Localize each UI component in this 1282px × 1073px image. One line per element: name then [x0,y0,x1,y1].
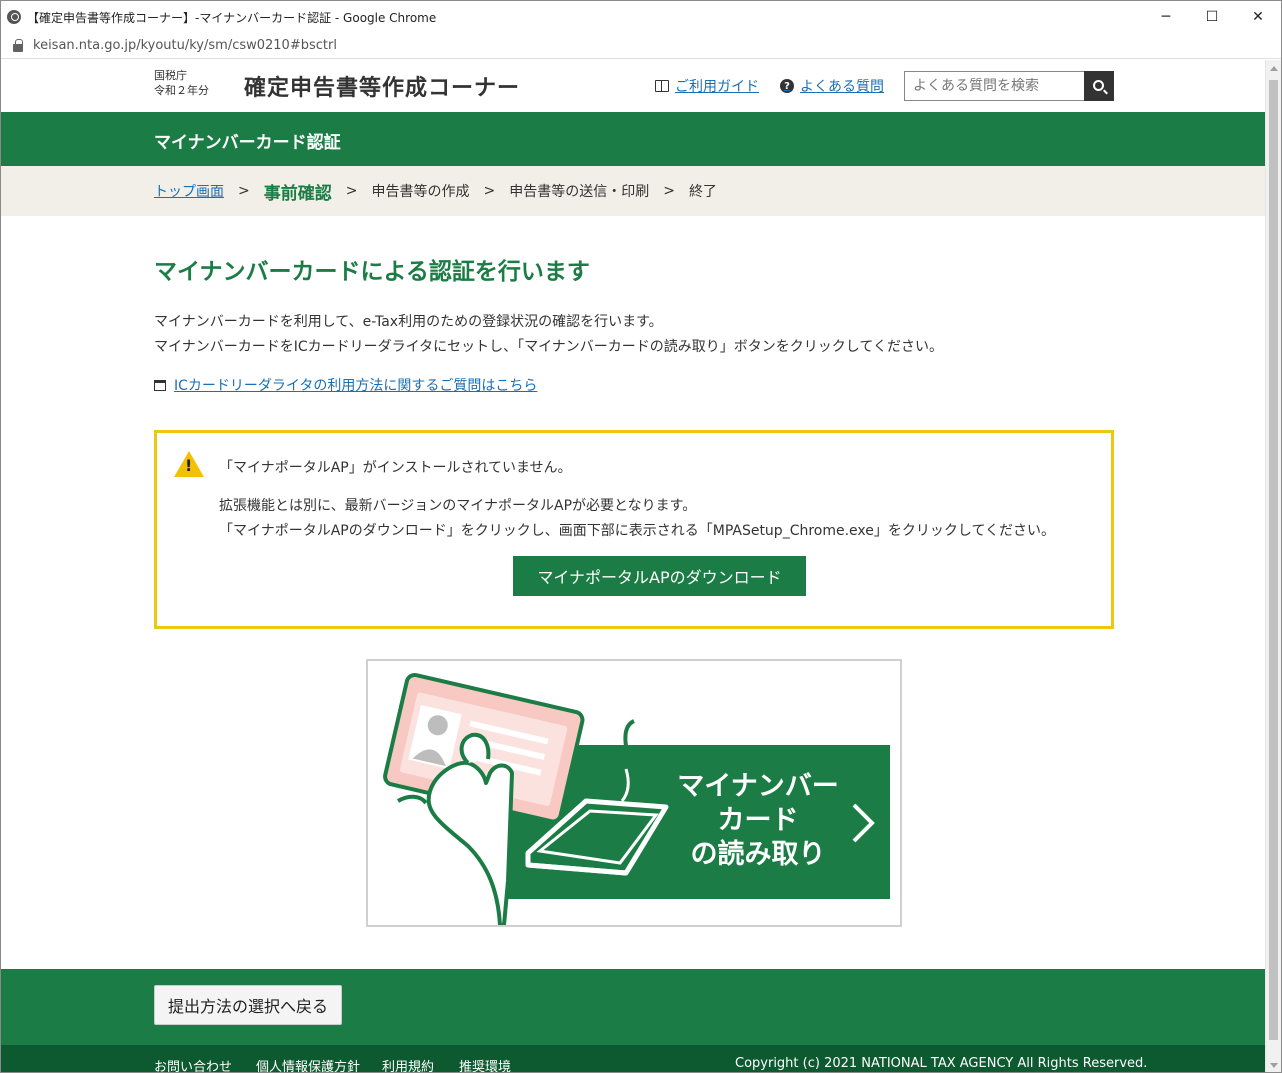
card-button-line2: カード [718,805,799,836]
section-title: マイナンバーカード認証 [154,133,341,153]
page-heading: マイナンバーカードによる認証を行います [154,259,590,285]
download-mynaportal-button[interactable]: マイナポータルAPのダウンロード [513,556,806,596]
lock-icon [13,38,23,52]
footer-link-privacy[interactable]: 個人情報保護方針 [256,1056,360,1072]
new-window-icon [154,379,166,391]
footer-link-environment[interactable]: 推奨環境 [459,1056,511,1072]
card-reader-faq-label: ICカードリーダライタの利用方法に関するご質問はこちら [174,378,538,394]
search-icon [1092,79,1104,91]
description-line: マイナンバーカードをICカードリーダライタにセットし、「マイナンバーカードの読み… [154,339,943,355]
address-bar[interactable]: keisan.nta.go.jp/kyoutu/ky/sm/csw0210#bs… [1,33,1281,59]
maximize-button[interactable]: ☐ [1189,1,1235,33]
chrome-icon [7,10,21,24]
minimize-button[interactable]: ─ [1143,1,1189,33]
footer-links-bar: お問い合わせ 個人情報保護方針 利用規約 推奨環境 Copyright (c) … [1,1045,1265,1072]
breadcrumb-step: 申告書等の作成 [371,184,470,200]
search-button[interactable] [1084,71,1114,101]
footer-action-bar: 提出方法の選択へ戻る [1,969,1265,1045]
breadcrumb-separator: > [345,183,358,199]
breadcrumb: トップ画面 > 事前確認 > 申告書等の作成 > 申告書等の送信・印刷 > 終了 [1,166,1265,216]
site-title[interactable]: 確定申告書等作成コーナー [244,70,520,102]
faq-search [904,71,1114,101]
description: マイナンバーカードを利用して、e-Tax利用のための登録状況の確認を行います。 … [154,310,943,360]
agency-label: 国税庁 令和２年分 [154,68,209,98]
faq-header-link[interactable]: ? よくある質問 [780,76,884,96]
browser-window: 【確定申告書等作成コーナー】-マイナンバーカード認証 - Google Chro… [0,0,1282,1073]
page-content: 国税庁 令和２年分 確定申告書等作成コーナー ご利用ガイド ? よくある質問 マ… [1,60,1265,1072]
warning-line: 「マイナポータルAPのダウンロード」をクリックし、画面下部に表示される「MPAS… [219,523,1056,539]
breadcrumb-separator: > [663,183,675,199]
section-bar: マイナンバーカード認証 [1,112,1265,166]
breadcrumb-current: 事前確認 [263,183,332,204]
faq-header-link-label: よくある質問 [800,79,884,95]
faq-search-input[interactable] [904,71,1084,101]
scroll-up-arrow-icon[interactable] [1270,66,1278,71]
hand-illustration [426,760,514,925]
breadcrumb-step: 終了 [688,184,717,200]
warning-line: 拡張機能とは別に、最新バージョンのマイナポータルAPが必要となります。 [219,498,697,514]
card-button-line1: マイナンバー [677,771,838,802]
back-to-submission-method-button[interactable]: 提出方法の選択へ戻る [154,985,342,1025]
thumb [459,732,491,765]
warning-icon [174,451,204,477]
book-icon [655,80,669,92]
warning-title: 「マイナポータルAP」がインストールされていません。 [219,460,572,476]
scroll-down-arrow-icon[interactable] [1270,1063,1278,1068]
breadcrumb-separator: > [483,183,496,199]
read-mynumber-card-button[interactable]: マイナンバー カード の読み取り [366,659,902,927]
breadcrumb-top[interactable]: トップ画面 [154,181,224,201]
window-title: 【確定申告書等作成コーナー】-マイナンバーカード認証 - Google Chro… [27,10,437,25]
footer-link-terms[interactable]: 利用規約 [382,1056,434,1072]
close-button[interactable]: ✕ [1235,1,1281,33]
site-header: 国税庁 令和２年分 確定申告書等作成コーナー ご利用ガイド ? よくある質問 [1,60,1265,112]
url-text[interactable]: keisan.nta.go.jp/kyoutu/ky/sm/csw0210#bs… [33,38,337,53]
description-line: マイナンバーカードを利用して、e-Tax利用のための登録状況の確認を行います。 [154,314,663,330]
guide-link[interactable]: ご利用ガイド [655,76,759,96]
tax-year: 令和２年分 [154,84,209,97]
card-button-line3: の読み取り [691,838,826,870]
question-icon: ? [780,79,794,93]
copyright: Copyright (c) 2021 NATIONAL TAX AGENCY A… [735,1056,1148,1071]
warning-box: 「マイナポータルAP」がインストールされていません。 拡張機能とは別に、最新バー… [154,430,1114,629]
card-reader-illustration: マイナンバー カード の読み取り [383,673,890,925]
title-bar: 【確定申告書等作成コーナー】-マイナンバーカード認証 - Google Chro… [1,1,1281,33]
agency-name: 国税庁 [154,69,187,82]
breadcrumb-separator: > [238,183,250,199]
vertical-scrollbar[interactable] [1265,60,1281,1072]
guide-link-label: ご利用ガイド [675,79,759,95]
scrollbar-thumb[interactable] [1269,80,1278,1040]
card-reader-faq-link[interactable]: ICカードリーダライタの利用方法に関するご質問はこちら [154,375,537,395]
breadcrumb-step: 申告書等の送信・印刷 [509,184,650,200]
footer-link-contact[interactable]: お問い合わせ [154,1056,232,1072]
warning-body: 拡張機能とは別に、最新バージョンのマイナポータルAPが必要となります。 「マイナ… [219,494,1055,544]
